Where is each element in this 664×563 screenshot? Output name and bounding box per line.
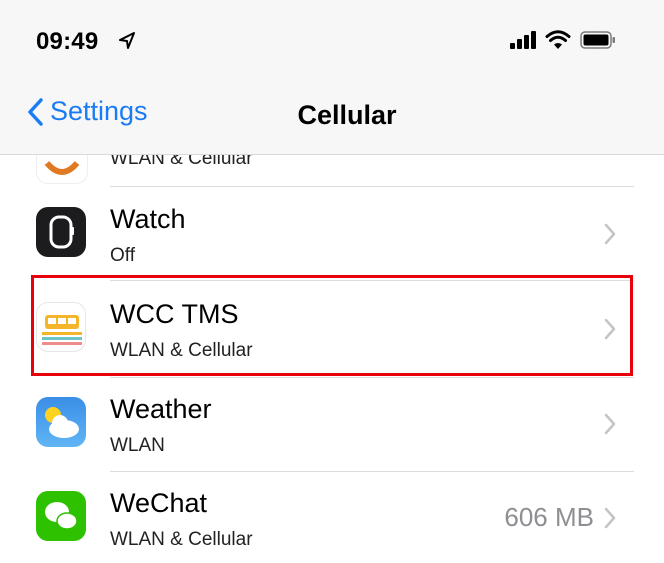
status-bar: 09:49 bbox=[0, 0, 664, 78]
data-usage-value: 606 MB bbox=[504, 502, 594, 532]
list-item-name: WeChat bbox=[110, 488, 208, 518]
list-item-subtitle: Off bbox=[110, 245, 135, 266]
list-item-watch[interactable]: Watch Off bbox=[0, 187, 664, 279]
status-icons bbox=[510, 30, 616, 50]
list-item-name: Weather bbox=[110, 394, 212, 424]
wechat-app-icon bbox=[36, 491, 86, 541]
chevron-right-icon bbox=[604, 507, 616, 529]
battery-icon bbox=[580, 31, 615, 49]
list-item-name: Watch bbox=[110, 204, 186, 234]
navigation-bar-front: Settings Cellular bbox=[0, 78, 664, 155]
highlight-box bbox=[31, 275, 633, 376]
list-item-subtitle: WLAN bbox=[110, 435, 165, 456]
watch-app-icon bbox=[36, 207, 86, 257]
list-item-weather[interactable]: Weather WLAN bbox=[0, 377, 664, 469]
cellular-signal-icon bbox=[510, 31, 536, 49]
wifi-icon bbox=[545, 30, 571, 49]
chevron-right-icon bbox=[604, 223, 616, 245]
weather-app-icon bbox=[36, 397, 86, 447]
location-arrow-icon bbox=[119, 32, 135, 49]
page-title: Cellular bbox=[297, 100, 397, 130]
list-item-subtitle: WLAN & Cellular bbox=[110, 529, 253, 550]
chevron-right-icon bbox=[604, 413, 616, 435]
status-time: 09:49 bbox=[36, 28, 99, 55]
list-item-wechat[interactable]: WeChat WLAN & Cellular 606 MB bbox=[0, 471, 664, 563]
